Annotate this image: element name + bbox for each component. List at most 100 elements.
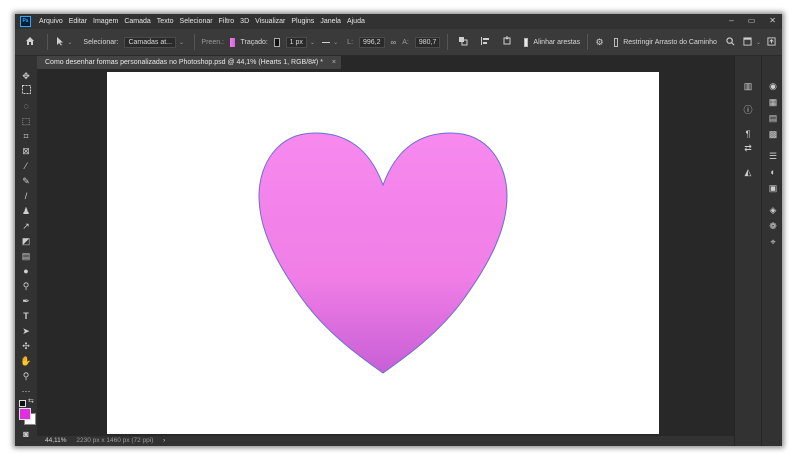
quick-mask-icon[interactable]: ◙ [20,428,32,440]
dodge-tool-icon[interactable]: ⚲ [20,280,32,292]
width-field[interactable]: 996,2 [359,36,385,48]
object-selection-tool-icon[interactable]: ⬚ [20,115,32,127]
menu-imagem[interactable]: Imagem [90,18,121,25]
constrain-path-dragging-checkbox[interactable] [613,37,619,47]
more-tools-icon[interactable]: ⋯ [20,385,32,397]
height-label: A: [402,38,409,46]
status-bar: 44,11% 2230 px x 1460 px (72 ppi) › [37,436,734,446]
custom-shape-tool-icon[interactable]: ✣ [20,340,32,352]
move-tool-icon[interactable]: ✥ [20,70,32,82]
channels-icon[interactable]: ❁ [766,220,780,232]
info-icon[interactable]: ⓘ [741,104,755,116]
crop-tool-icon[interactable]: ⌗ [20,130,32,142]
properties-icon[interactable]: ☰ [766,150,780,162]
adjustments-icon[interactable]: ◐ [766,166,780,178]
foreground-color-swatch[interactable] [19,408,31,420]
menu-3d[interactable]: 3D [237,18,252,25]
align-edges-label: Alinhar arestas [533,38,581,46]
lasso-tool-icon[interactable]: ◌ [20,100,32,112]
constrain-path-dragging-label: Restringir Arrasto do Caminho [623,38,717,46]
share-icon[interactable] [767,36,776,48]
home-icon[interactable] [25,36,35,48]
fill-label: Preen.: [201,38,224,46]
chevron-down-icon[interactable]: ⌄ [310,39,315,46]
status-menu-arrow-icon[interactable]: › [163,437,165,444]
document-tab-bar: Como desenhar formas personalizadas no P… [37,56,737,69]
canvas-workspace[interactable] [37,69,734,436]
hand-tool-icon[interactable]: ✋ [20,355,32,367]
marquee-tool-icon[interactable] [20,85,32,97]
select-layers-dropdown[interactable]: Camadas at... [124,36,177,48]
paragraph-icon[interactable]: ¶ [741,128,755,140]
eraser-tool-icon[interactable]: ◩ [20,235,32,247]
paths-icon[interactable]: ⌖ [766,236,780,248]
zoom-level[interactable]: 44,11% [45,437,67,444]
align-edges-checkbox[interactable] [523,37,529,47]
pen-tool-icon[interactable]: ✒ [20,295,32,307]
fill-color-swatch[interactable] [230,37,235,47]
brush-tool-icon[interactable]: / [20,190,32,202]
default-colors-icon[interactable] [19,400,26,407]
swatches-icon[interactable]: ▦ [766,96,780,108]
history-brush-tool-icon[interactable]: ↗ [20,220,32,232]
path-arrangement-icon[interactable] [502,36,512,48]
blur-tool-icon[interactable]: ● [20,265,32,277]
select-label: Selecionar: [83,38,119,46]
chevron-down-icon[interactable]: ⌄ [333,39,338,46]
chevron-down-icon[interactable]: ⌄ [179,39,184,46]
menu-texto[interactable]: Texto [154,18,177,25]
menu-editar[interactable]: Editar [66,18,90,25]
adjust-properties-icon[interactable]: ⇄ [741,142,755,154]
gradient-tool-icon[interactable]: ▤ [20,250,32,262]
frame-tool-icon[interactable]: ⊠ [20,145,32,157]
menu-visualizar[interactable]: Visualizar [252,18,288,25]
menu-arquivo[interactable]: Arquivo [36,18,66,25]
workspace-icon[interactable] [743,36,752,48]
eyedropper-tool-icon[interactable]: ⁄ [20,160,32,172]
search-icon[interactable] [726,36,735,48]
path-selection-tool-icon[interactable] [55,36,65,48]
close-window-button[interactable]: ✕ [769,16,776,25]
type-tool-icon[interactable]: T [20,310,32,322]
stroke-type-dropdown[interactable] [321,41,331,43]
color-icon[interactable]: ◉ [766,80,780,92]
menu-filtro[interactable]: Filtro [216,18,238,25]
document-canvas[interactable] [107,72,659,434]
maximize-button[interactable]: ▭ [748,16,756,25]
chevron-down-icon[interactable]: ⌄ [67,39,72,46]
heart-shape[interactable] [107,72,659,434]
patterns-icon[interactable]: ▩ [766,128,780,140]
clone-stamp-tool-icon[interactable]: ♟ [20,205,32,217]
link-icon[interactable]: ∞ [391,38,397,47]
chevron-down-icon[interactable]: ⌄ [756,39,761,46]
healing-brush-tool-icon[interactable]: ✎ [20,175,32,187]
menu-selecionar[interactable]: Selecionar [177,18,216,25]
path-selection-tool-icon[interactable]: ➤ [20,325,32,337]
photoshop-logo: Ps [20,16,31,27]
close-tab-button[interactable]: × [332,56,336,69]
stroke-label: Traçado: [240,38,268,46]
height-field[interactable]: 980,7 [414,36,441,48]
path-operations-icon[interactable] [458,36,468,48]
menu-janela[interactable]: Janela [317,18,344,25]
menu-plugins[interactable]: Plugins [288,18,317,25]
document-tab[interactable]: Como desenhar formas personalizadas no P… [37,56,341,69]
menu-camada[interactable]: Camada [121,18,153,25]
gear-icon[interactable]: ⚙ [595,37,603,48]
stroke-color-swatch[interactable] [273,37,280,47]
width-label: L: [347,38,354,46]
menu-ajuda[interactable]: Ajuda [344,18,368,25]
history-icon[interactable]: ▥ [741,80,755,92]
libraries-icon[interactable]: ▣ [766,182,780,194]
swap-colors-icon[interactable]: ⇆ [28,397,34,405]
panel-strip-right: ◉ ▦ ▤ ▩ ☰ ◐ ▣ ◈ ❁ ⌖ [761,56,782,446]
document-tab-title: Como desenhar formas personalizadas no P… [45,59,323,66]
gradients-icon[interactable]: ▤ [766,112,780,124]
panel-strip-left: ▥ ⓘ ¶ ⇄ ◭ [734,56,761,446]
actions-icon[interactable]: ◭ [741,166,755,178]
path-alignment-icon[interactable] [480,36,490,48]
minimize-button[interactable]: – [729,16,733,25]
zoom-tool-icon[interactable]: ⚲ [20,370,32,382]
stroke-width-field[interactable]: 1 px [285,36,307,48]
layers-icon[interactable]: ◈ [766,204,780,216]
